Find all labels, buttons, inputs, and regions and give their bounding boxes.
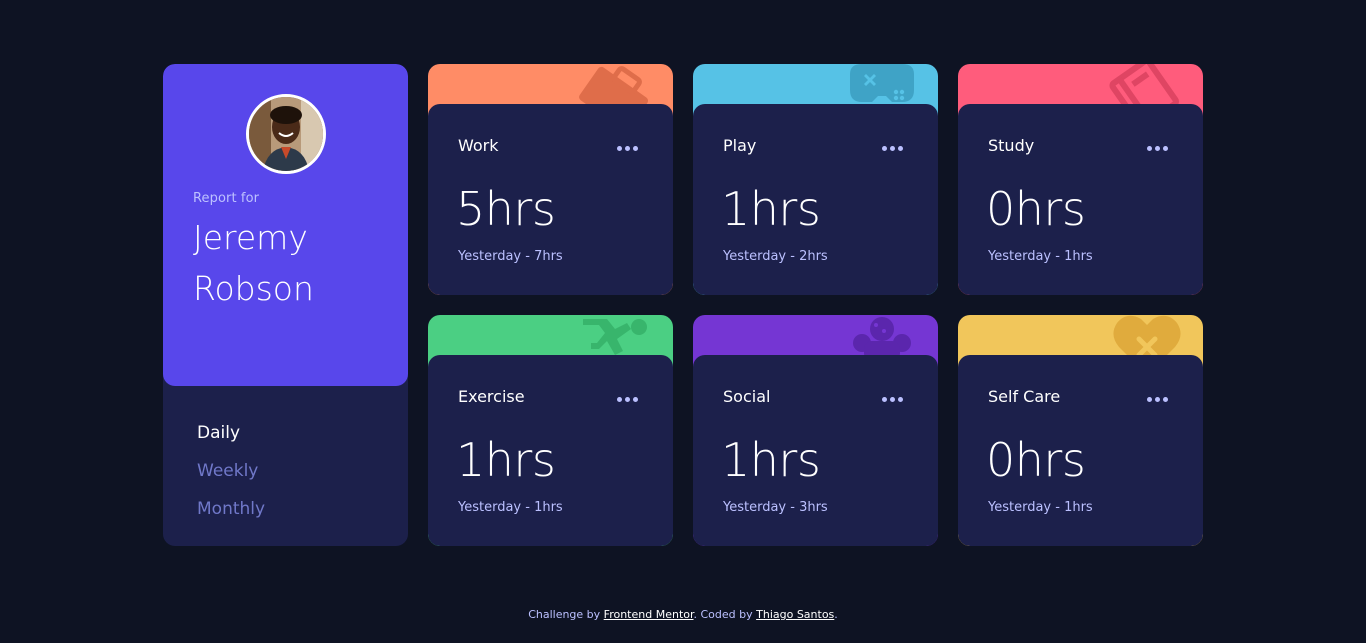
previous-hours: Yesterday - 7hrs: [458, 249, 563, 264]
more-options-icon[interactable]: [1147, 146, 1169, 152]
card-body[interactable]: Social 1hrs Yesterday - 3hrs: [693, 355, 938, 546]
more-options-icon[interactable]: [617, 397, 639, 403]
card-title: Play: [723, 136, 757, 155]
card-body[interactable]: Study 0hrs Yesterday - 1hrs: [958, 104, 1203, 295]
current-hours: 5hrs: [456, 182, 556, 236]
card-title: Social: [723, 387, 771, 406]
footer-prefix: Challenge by: [528, 608, 604, 621]
card-title: Exercise: [458, 387, 525, 406]
current-hours: 1hrs: [456, 433, 556, 487]
previous-hours: Yesterday - 1hrs: [458, 500, 563, 515]
current-hours: 1hrs: [721, 182, 821, 236]
activity-card-play: Play 1hrs Yesterday - 2hrs: [693, 64, 938, 295]
report-for-label: Report for: [193, 191, 260, 206]
previous-hours: Yesterday - 3hrs: [723, 500, 828, 515]
profile-header: Report for Jeremy Robson: [163, 64, 408, 386]
time-tracking-dashboard: Report for Jeremy Robson Daily Weekly Mo…: [163, 64, 1203, 546]
previous-hours: Yesterday - 1hrs: [988, 500, 1093, 515]
activity-card-work: Work 5hrs Yesterday - 7hrs: [428, 64, 673, 295]
more-options-icon[interactable]: [617, 146, 639, 152]
activity-card-self-care: Self Care 0hrs Yesterday - 1hrs: [958, 315, 1203, 546]
current-hours: 0hrs: [986, 182, 1086, 236]
more-options-icon[interactable]: [1147, 397, 1169, 403]
profile-card: Report for Jeremy Robson Daily Weekly Mo…: [163, 64, 408, 546]
card-body[interactable]: Self Care 0hrs Yesterday - 1hrs: [958, 355, 1203, 546]
activity-card-study: Study 0hrs Yesterday - 1hrs: [958, 64, 1203, 295]
last-name: Robson: [193, 269, 314, 308]
footer-suffix: .: [834, 608, 838, 621]
frontend-mentor-link[interactable]: Frontend Mentor: [604, 608, 694, 621]
more-options-icon[interactable]: [882, 146, 904, 152]
previous-hours: Yesterday - 2hrs: [723, 249, 828, 264]
activity-card-social: Social 1hrs Yesterday - 3hrs: [693, 315, 938, 546]
previous-hours: Yesterday - 1hrs: [988, 249, 1093, 264]
more-options-icon[interactable]: [882, 397, 904, 403]
card-body[interactable]: Work 5hrs Yesterday - 7hrs: [428, 104, 673, 295]
period-selector: Daily Weekly Monthly: [197, 414, 265, 528]
period-monthly[interactable]: Monthly: [197, 490, 265, 528]
footer-middle: . Coded by: [693, 608, 757, 621]
card-title: Work: [458, 136, 499, 155]
card-body[interactable]: Play 1hrs Yesterday - 2hrs: [693, 104, 938, 295]
card-title: Study: [988, 136, 1035, 155]
user-name: Jeremy Robson: [193, 212, 393, 314]
card-title: Self Care: [988, 387, 1061, 406]
card-body[interactable]: Exercise 1hrs Yesterday - 1hrs: [428, 355, 673, 546]
activity-card-exercise: Exercise 1hrs Yesterday - 1hrs: [428, 315, 673, 546]
author-link[interactable]: Thiago Santos: [756, 608, 834, 621]
period-daily[interactable]: Daily: [197, 414, 265, 452]
first-name: Jeremy: [193, 218, 308, 257]
period-weekly[interactable]: Weekly: [197, 452, 265, 490]
footer-attribution: Challenge by Frontend Mentor. Coded by T…: [0, 608, 1366, 621]
avatar: [246, 94, 326, 174]
current-hours: 1hrs: [721, 433, 821, 487]
current-hours: 0hrs: [986, 433, 1086, 487]
